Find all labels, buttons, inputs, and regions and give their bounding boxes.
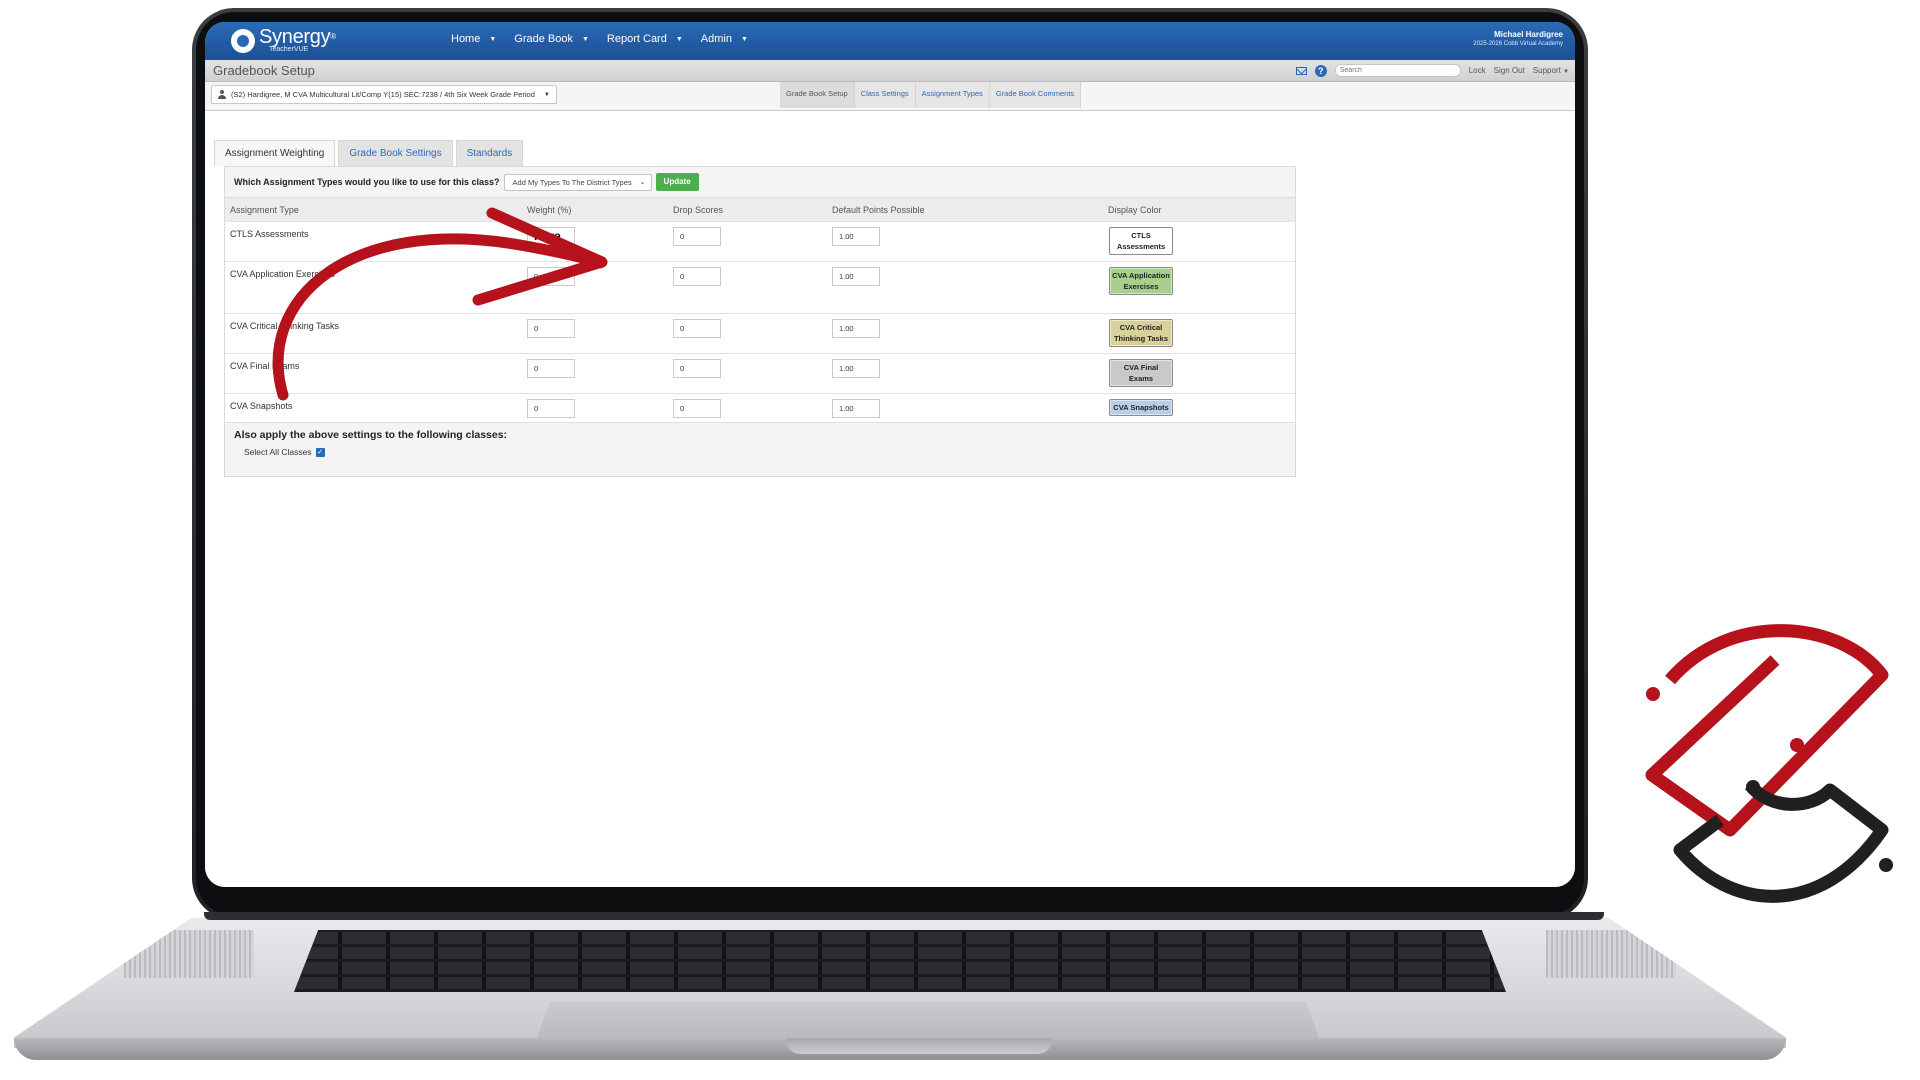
brand-arc-dark bbox=[1673, 780, 1889, 903]
brand-logo bbox=[1645, 624, 1893, 903]
stage: Synergy® TeacherVUE Home ▼ Grade Book ▼ Re… bbox=[0, 0, 1920, 1080]
arrow-head bbox=[472, 207, 608, 306]
brand-dot bbox=[1746, 780, 1760, 794]
brand-dot bbox=[1879, 858, 1893, 872]
arrow-curve bbox=[272, 233, 606, 401]
brand-dot bbox=[1646, 687, 1660, 701]
brand-dot bbox=[1790, 738, 1804, 752]
